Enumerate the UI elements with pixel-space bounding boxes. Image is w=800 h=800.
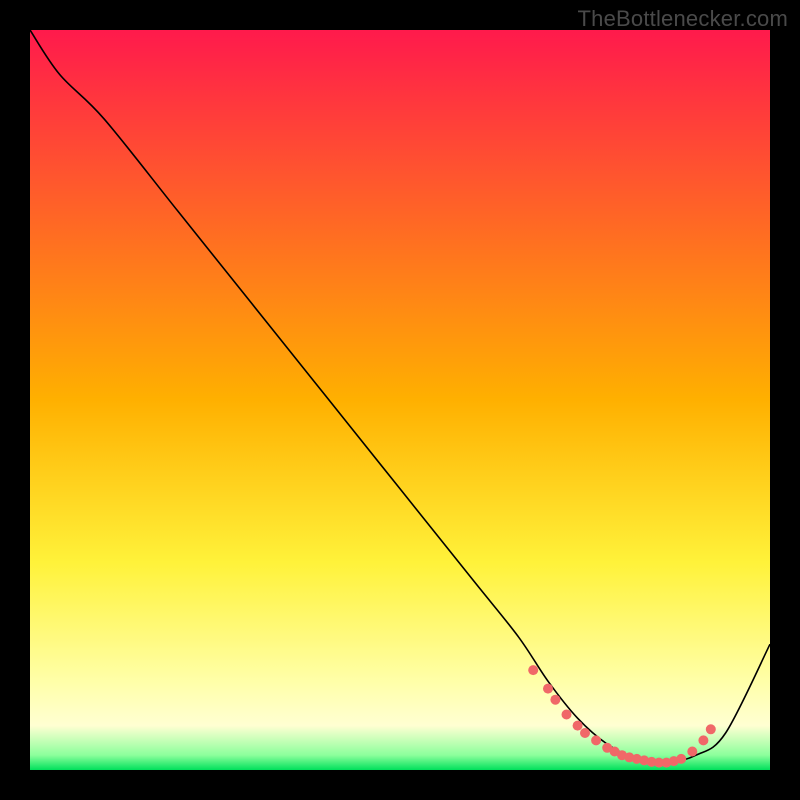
chart-container: TheBottlenecker.com: [0, 0, 800, 800]
chart-marker: [687, 747, 697, 757]
chart-marker: [543, 684, 553, 694]
watermark-label: TheBottlenecker.com: [578, 6, 788, 32]
chart-marker: [550, 695, 560, 705]
chart-marker: [676, 754, 686, 764]
chart-marker: [528, 665, 538, 675]
chart-marker: [580, 728, 590, 738]
chart-marker: [706, 724, 716, 734]
chart-marker: [573, 721, 583, 731]
plot-background: [30, 30, 770, 770]
chart-marker: [562, 710, 572, 720]
chart-marker: [591, 735, 601, 745]
chart-marker: [698, 735, 708, 745]
bottleneck-chart: [0, 0, 800, 800]
